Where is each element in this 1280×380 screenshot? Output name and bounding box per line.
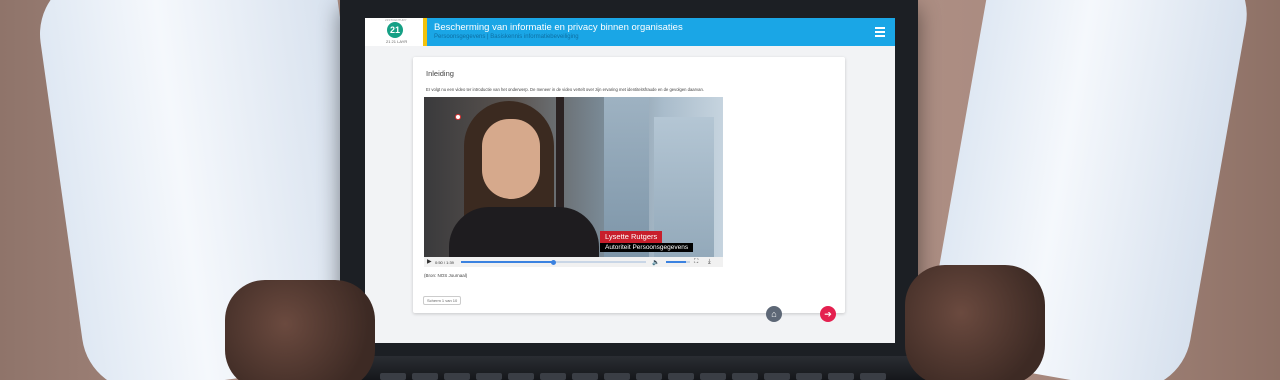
menu-line	[875, 27, 885, 29]
laptop-key	[508, 373, 534, 380]
laptop-key	[732, 373, 758, 380]
video-person-face	[482, 119, 540, 199]
laptop-key	[700, 373, 726, 380]
breadcrumb[interactable]: Persoonsgegevens | Basiskennis informati…	[434, 33, 875, 42]
laptop-key	[572, 373, 598, 380]
video-progress-fill	[461, 261, 554, 263]
laptop-key	[412, 373, 438, 380]
lesson-card: Inleiding Er volgt nu een video ter intr…	[413, 57, 845, 313]
laptop-key	[540, 373, 566, 380]
video-time: 0:50 / 1:39	[435, 259, 454, 265]
video-progress-knob[interactable]	[551, 259, 556, 265]
intro-text: Er volgt nu een video ter introductie va…	[426, 87, 704, 92]
laptop-key	[636, 373, 662, 380]
laptop-key	[444, 373, 470, 380]
laptop-key	[380, 373, 406, 380]
logo-badge: 21	[387, 22, 403, 38]
menu-line	[875, 35, 885, 37]
page-title: Bescherming van informatie en privacy bi…	[434, 22, 683, 33]
next-button[interactable]: ➔	[820, 306, 836, 322]
arrow-right-icon: ➔	[824, 308, 832, 319]
lower-third-name: Lysette Rutgers	[600, 231, 663, 243]
logo-bottom-text: 21 21 LAYR	[386, 39, 408, 44]
lower-third-role: Autoriteit Persoonsgegevens	[600, 243, 694, 252]
home-icon: ⌂	[771, 309, 777, 319]
volume-fill	[666, 261, 687, 263]
home-button[interactable]: ⌂	[766, 306, 782, 322]
video-frame[interactable]: Lysette Rutgers Autoriteit Persoonsgegev…	[424, 97, 723, 267]
laptop-screen: 21STCENTURY 21 21 21 LAYR Bescherming va…	[365, 18, 895, 343]
laptop-key	[604, 373, 630, 380]
app-header: 21STCENTURY 21 21 21 LAYR Bescherming va…	[365, 18, 895, 46]
video-source: (Bron: NOS Journaal)	[424, 273, 468, 278]
video-progress-bar[interactable]	[461, 259, 646, 265]
background-hand-left	[225, 280, 375, 380]
laptop-key	[764, 373, 790, 380]
video-controls: ▶ 0:50 / 1:39 🔈 ⛶ ⤓	[424, 257, 723, 267]
video-player[interactable]: Lysette Rutgers Autoriteit Persoonsgegev…	[424, 97, 723, 267]
volume-slider[interactable]	[666, 261, 690, 263]
laptop-key	[796, 373, 822, 380]
logo[interactable]: 21STCENTURY 21 21 21 LAYR	[365, 18, 427, 46]
video-background-building	[654, 117, 714, 257]
record-indicator-icon	[455, 114, 461, 120]
hamburger-menu-icon[interactable]	[875, 18, 895, 46]
download-icon[interactable]: ⤓	[708, 259, 718, 266]
section-title: Inleiding	[426, 69, 454, 78]
background-hand-right	[905, 265, 1045, 380]
laptop-key	[860, 373, 886, 380]
laptop-key	[668, 373, 694, 380]
play-icon[interactable]: ▶	[427, 257, 435, 267]
menu-line	[875, 31, 885, 33]
header-text: Bescherming van informatie en privacy bi…	[427, 18, 875, 46]
volume-icon[interactable]: 🔈	[652, 259, 662, 266]
screen-counter: Scherm 1 van 10	[423, 296, 462, 305]
laptop-key	[828, 373, 854, 380]
laptop-key	[476, 373, 502, 380]
fullscreen-icon[interactable]: ⛶	[694, 259, 704, 266]
